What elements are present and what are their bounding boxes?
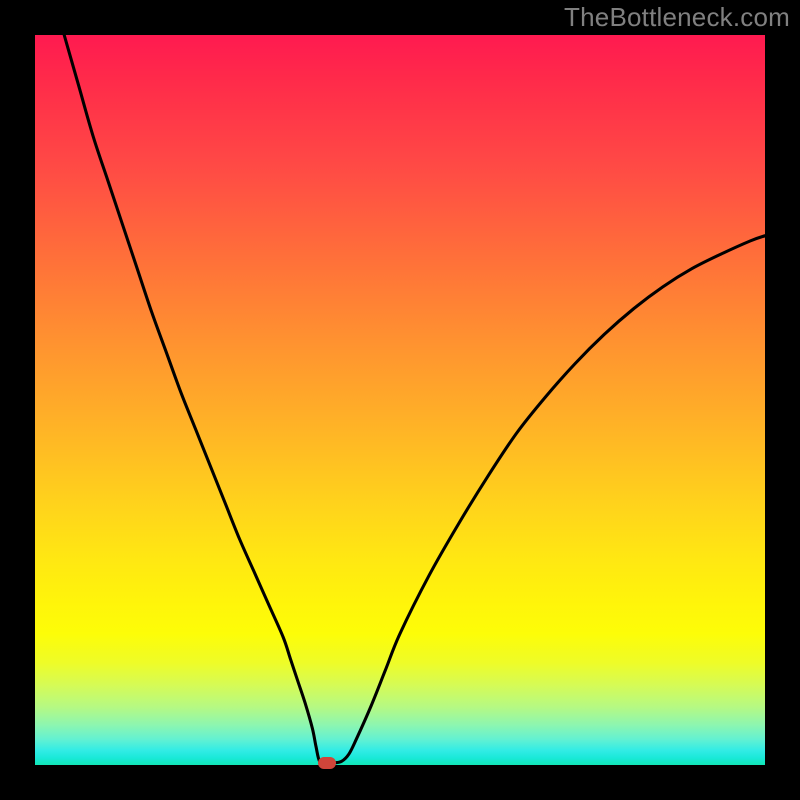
- chart-frame: TheBottleneck.com: [0, 0, 800, 800]
- bottleneck-curve: [64, 35, 765, 763]
- watermark-text: TheBottleneck.com: [564, 2, 790, 33]
- optimum-marker: [318, 757, 336, 769]
- curve-svg: [35, 35, 765, 765]
- plot-area: [35, 35, 765, 765]
